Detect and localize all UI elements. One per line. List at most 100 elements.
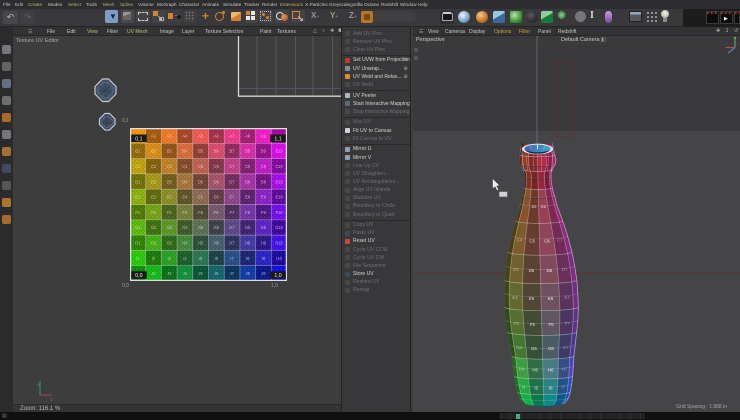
svg-text:D7: D7 xyxy=(229,179,235,184)
svg-text:F6: F6 xyxy=(549,322,555,327)
svg-text:D2: D2 xyxy=(151,179,157,184)
svg-text:E10: E10 xyxy=(275,195,283,200)
svg-text:A8: A8 xyxy=(245,133,251,138)
svg-text:G5: G5 xyxy=(198,225,204,230)
svg-text:0,0: 0,0 xyxy=(135,273,142,279)
svg-text:H7: H7 xyxy=(562,367,568,372)
svg-text:H8: H8 xyxy=(245,241,251,246)
svg-text:D5: D5 xyxy=(529,268,535,273)
svg-text:F1: F1 xyxy=(135,210,141,215)
svg-text:G5: G5 xyxy=(531,346,537,351)
svg-text:D7: D7 xyxy=(562,267,568,272)
svg-text:J7: J7 xyxy=(230,271,235,276)
svg-text:0,1: 0,1 xyxy=(135,136,142,142)
svg-text:C6: C6 xyxy=(214,164,220,169)
svg-text:C7: C7 xyxy=(557,238,563,243)
svg-text:G2: G2 xyxy=(151,225,157,230)
svg-text:D4: D4 xyxy=(182,179,188,184)
svg-text:G8: G8 xyxy=(245,225,251,230)
svg-text:E7: E7 xyxy=(229,195,235,200)
svg-text:F3: F3 xyxy=(167,210,173,215)
svg-text:H2: H2 xyxy=(151,241,157,246)
svg-text:C4: C4 xyxy=(516,238,522,243)
svg-text:D6: D6 xyxy=(546,268,552,273)
svg-text:F10: F10 xyxy=(276,210,284,215)
svg-text:D3: D3 xyxy=(167,179,173,184)
svg-text:E2: E2 xyxy=(151,195,157,200)
svg-text:E7: E7 xyxy=(564,295,570,300)
svg-text:V: V xyxy=(37,382,40,387)
svg-text:G7: G7 xyxy=(229,225,235,230)
svg-text:D6: D6 xyxy=(214,179,220,184)
svg-text:B10: B10 xyxy=(275,149,283,154)
svg-text:C2: C2 xyxy=(151,164,157,169)
svg-text:E1: E1 xyxy=(135,195,141,200)
svg-text:F7: F7 xyxy=(565,321,571,326)
svg-text:E4: E4 xyxy=(182,195,188,200)
svg-text:B8: B8 xyxy=(245,149,251,154)
svg-text:I5: I5 xyxy=(534,385,538,390)
svg-text:J3: J3 xyxy=(167,271,172,276)
svg-text:H9: H9 xyxy=(261,241,267,246)
svg-text:D5: D5 xyxy=(198,179,204,184)
svg-text:F9: F9 xyxy=(261,210,267,215)
svg-text:U: U xyxy=(50,397,53,402)
svg-text:C5: C5 xyxy=(529,238,535,243)
svg-text:I7: I7 xyxy=(561,385,565,390)
svg-text:F4: F4 xyxy=(514,321,520,326)
svg-text:B9: B9 xyxy=(261,149,267,154)
svg-text:1,0: 1,0 xyxy=(274,273,281,279)
svg-text:G6: G6 xyxy=(548,346,554,351)
svg-text:J8: J8 xyxy=(246,271,251,276)
svg-text:J2: J2 xyxy=(151,271,156,276)
svg-text:I4: I4 xyxy=(522,385,526,390)
svg-text:1,1: 1,1 xyxy=(274,136,281,142)
svg-text:A7: A7 xyxy=(229,133,235,138)
svg-text:A3: A3 xyxy=(167,133,173,138)
svg-text:C9: C9 xyxy=(261,164,267,169)
svg-text:D8: D8 xyxy=(245,179,251,184)
svg-text:H6: H6 xyxy=(548,368,554,373)
svg-text:G10: G10 xyxy=(275,225,283,230)
svg-text:G9: G9 xyxy=(261,225,267,230)
svg-text:H3: H3 xyxy=(167,241,173,246)
svg-text:B1: B1 xyxy=(135,149,141,154)
svg-text:B7: B7 xyxy=(229,149,235,154)
svg-text:C3: C3 xyxy=(167,164,173,169)
svg-text:G6: G6 xyxy=(214,225,220,230)
svg-text:E8: E8 xyxy=(245,195,251,200)
svg-text:H4: H4 xyxy=(519,367,525,372)
svg-text:D9: D9 xyxy=(261,179,267,184)
svg-text:I6: I6 xyxy=(549,385,553,390)
svg-text:G4: G4 xyxy=(182,225,188,230)
svg-text:G1: G1 xyxy=(135,225,141,230)
svg-text:H5: H5 xyxy=(198,241,204,246)
svg-text:J4: J4 xyxy=(183,271,188,276)
svg-text:F5: F5 xyxy=(530,322,536,327)
svg-text:B2: B2 xyxy=(151,149,157,154)
svg-text:C8: C8 xyxy=(245,164,251,169)
svg-text:B6: B6 xyxy=(214,149,220,154)
svg-text:A9: A9 xyxy=(261,133,267,138)
svg-text:G7: G7 xyxy=(563,345,569,350)
svg-text:H6: H6 xyxy=(214,241,220,246)
svg-text:D4: D4 xyxy=(513,267,519,272)
svg-text:C6: C6 xyxy=(544,238,550,243)
svg-text:E5: E5 xyxy=(198,195,204,200)
svg-text:A6: A6 xyxy=(214,133,220,138)
svg-text:G4: G4 xyxy=(516,345,522,350)
svg-text:B4: B4 xyxy=(182,149,188,154)
svg-text:H1: H1 xyxy=(135,241,141,246)
svg-text:F7: F7 xyxy=(230,210,236,215)
svg-text:B3: B3 xyxy=(167,149,173,154)
svg-text:D1: D1 xyxy=(135,179,141,184)
svg-text:B6: B6 xyxy=(541,204,547,209)
svg-text:F5: F5 xyxy=(198,210,204,215)
svg-text:A5: A5 xyxy=(198,133,204,138)
svg-text:C10: C10 xyxy=(275,164,283,169)
svg-text:E9: E9 xyxy=(261,195,267,200)
svg-text:F6: F6 xyxy=(214,210,220,215)
svg-text:A2: A2 xyxy=(151,133,157,138)
svg-text:C4: C4 xyxy=(182,164,188,169)
svg-text:F4: F4 xyxy=(183,210,189,215)
